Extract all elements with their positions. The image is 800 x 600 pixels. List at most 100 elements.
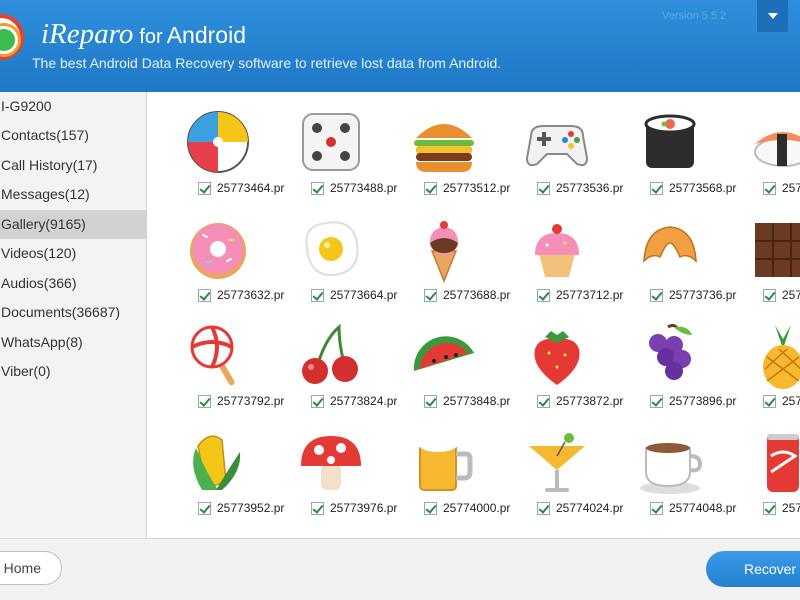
gallery-item[interactable]: 25773920.pr	[737, 305, 800, 408]
file-name: 25773712.pr	[556, 288, 624, 302]
game-controller-icon	[521, 106, 593, 178]
gallery-item[interactable]: 25773488.pr	[285, 92, 398, 195]
gallery-item[interactable]: 25773952.pr	[172, 412, 285, 515]
gallery-item[interactable]: 25773568.pr	[624, 92, 737, 195]
select-checkbox[interactable]	[424, 395, 437, 408]
file-name: 25773464.pr	[217, 181, 285, 195]
gallery-item[interactable]: 25773664.pr	[285, 199, 398, 302]
file-name: 25774024.pr	[556, 501, 624, 515]
select-checkbox[interactable]	[537, 182, 550, 195]
select-checkbox[interactable]	[311, 182, 324, 195]
gallery-item[interactable]: 25774024.pr	[511, 412, 624, 515]
gallery-item[interactable]: 25774048.pr	[624, 412, 737, 515]
category-sidebar: I-G9200 Contacts(157) Call History(17) Mes…	[0, 92, 147, 538]
file-name: 25773600.pr	[782, 181, 800, 195]
corn-icon	[182, 426, 254, 498]
select-checkbox[interactable]	[424, 182, 437, 195]
gallery-item[interactable]: 25773792.pr	[172, 305, 285, 408]
gallery-item[interactable]: 25773824.pr	[285, 305, 398, 408]
select-checkbox[interactable]	[424, 502, 437, 515]
sidebar-item-videos[interactable]: Videos(120)	[0, 239, 146, 268]
gallery-item[interactable]: 25774000.pr	[398, 412, 511, 515]
file-name: 25773488.pr	[330, 181, 398, 195]
app-title-for: for	[139, 26, 163, 48]
gallery-item[interactable]: 25773464.pr	[172, 92, 285, 195]
file-name: 25773976.pr	[330, 501, 398, 515]
device-name[interactable]: I-G9200	[0, 92, 146, 121]
sushi-roll-icon	[634, 106, 706, 178]
sidebar-item-whatsapp[interactable]: WhatsApp(8)	[0, 328, 146, 357]
strawberry-icon	[521, 319, 593, 391]
fried-egg-icon	[295, 213, 367, 285]
file-name: 25774080.pr	[782, 501, 800, 515]
recover-button[interactable]: Recover	[706, 551, 800, 587]
sidebar-item-call-history[interactable]: Call History(17)	[0, 151, 146, 180]
grapes-icon	[634, 319, 706, 391]
sidebar-item-viber[interactable]: Viber(0)	[0, 357, 146, 386]
home-button[interactable]: Home	[0, 551, 62, 585]
gallery-item[interactable]: 25773712.pr	[511, 199, 624, 302]
gallery-item[interactable]: 25773736.pr	[624, 199, 736, 302]
select-checkbox[interactable]	[198, 395, 211, 408]
app-title: iReparo for Android	[41, 18, 246, 51]
watermelon-icon	[408, 319, 480, 391]
file-name: 25773920.pr	[782, 394, 800, 408]
ice-cream-icon	[408, 213, 480, 285]
select-checkbox[interactable]	[537, 395, 550, 408]
footer-bar: Home Recover	[0, 538, 800, 600]
sidebar-item-gallery[interactable]: Gallery(9165)	[0, 209, 146, 239]
file-name: 25773792.pr	[217, 394, 285, 408]
gallery-item[interactable]: 25774080.pr	[737, 412, 800, 515]
gallery-item[interactable]: 25773848.pr	[398, 305, 511, 408]
file-name: 25773664.pr	[330, 288, 398, 302]
file-name: 25773824.pr	[330, 394, 398, 408]
select-checkbox[interactable]	[311, 395, 324, 408]
gallery-item[interactable]: 25773632.pr	[172, 199, 284, 302]
select-checkbox[interactable]	[537, 289, 550, 302]
file-name: 25773896.pr	[669, 394, 737, 408]
sidebar-item-audios[interactable]: Audios(366)	[0, 269, 146, 298]
gallery-item[interactable]: 25773976.pr	[285, 412, 398, 515]
select-checkbox[interactable]	[198, 182, 211, 195]
sidebar-item-messages[interactable]: Messages(12)	[0, 180, 146, 209]
select-checkbox[interactable]	[763, 289, 776, 302]
gallery-item[interactable]: 25773512.pr	[398, 92, 510, 195]
hamburger-icon	[408, 106, 480, 178]
select-checkbox[interactable]	[763, 502, 776, 515]
soda-can-icon	[747, 426, 800, 498]
sidebar-item-documents[interactable]: Documents(36687)	[0, 298, 146, 327]
select-checkbox[interactable]	[311, 502, 324, 515]
select-checkbox[interactable]	[424, 289, 437, 302]
select-checkbox[interactable]	[650, 182, 663, 195]
sidebar-item-contacts[interactable]: Contacts(157)	[0, 121, 146, 150]
gallery-item[interactable]: 25773536.pr	[511, 92, 623, 195]
lollipop-icon	[182, 319, 254, 391]
select-checkbox[interactable]	[198, 502, 211, 515]
dropdown-menu-button[interactable]	[756, 0, 788, 32]
coffee-cup-icon	[634, 426, 706, 498]
chocolate-bar-icon	[747, 213, 800, 285]
file-name: 25773848.pr	[443, 394, 511, 408]
file-name: 25773952.pr	[217, 501, 285, 515]
gallery-item[interactable]: 25773896.pr	[624, 305, 737, 408]
select-checkbox[interactable]	[763, 182, 776, 195]
select-checkbox[interactable]	[311, 289, 324, 302]
file-name: 25774000.pr	[443, 501, 511, 515]
nigiri-sushi-icon	[747, 106, 800, 178]
file-name: 25773760.pr	[782, 288, 800, 302]
select-checkbox[interactable]	[198, 289, 211, 302]
select-checkbox[interactable]	[650, 395, 663, 408]
gallery-item[interactable]: 25773600.pr	[737, 92, 800, 195]
app-logo-icon	[0, 14, 24, 60]
file-name: 25774048.pr	[669, 501, 737, 515]
donut-icon	[182, 213, 254, 285]
dice-icon	[295, 106, 367, 178]
select-checkbox[interactable]	[650, 289, 663, 302]
gallery-item[interactable]: 25773760.pr	[737, 199, 800, 302]
select-checkbox[interactable]	[650, 502, 663, 515]
select-checkbox[interactable]	[537, 502, 550, 515]
gallery-item[interactable]: 25773872.pr	[511, 305, 623, 408]
gallery-item[interactable]: 25773688.pr	[398, 199, 510, 302]
file-name: 25773568.pr	[669, 181, 737, 195]
select-checkbox[interactable]	[763, 395, 776, 408]
